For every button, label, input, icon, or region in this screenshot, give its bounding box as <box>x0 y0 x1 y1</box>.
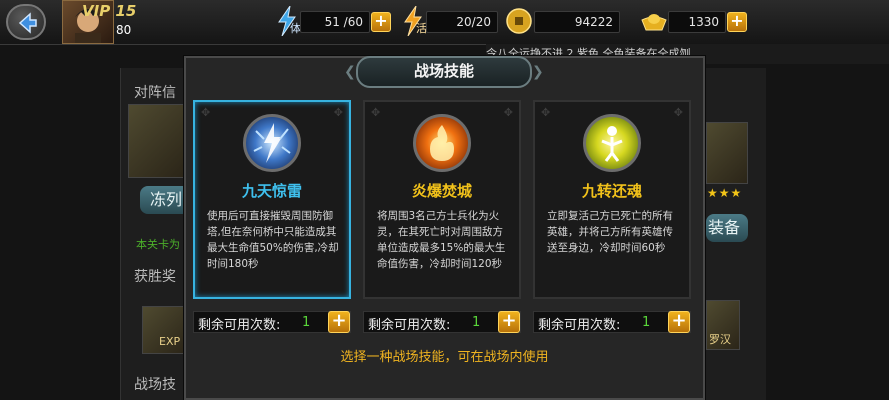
remaining-uses-value: 1 <box>472 315 481 330</box>
hero-stars-icon: ★★★ <box>707 186 743 200</box>
revive-orb-icon <box>583 114 641 172</box>
remaining-uses-row: 剩余可用次数: 1 + <box>363 311 521 333</box>
gold-value: 1330 <box>668 11 726 33</box>
title-ornament-right-icon: ❯ <box>532 64 544 80</box>
vip-label: VIP 15 <box>82 2 137 20</box>
stage-thumbnail <box>128 104 184 178</box>
add-stamina-button[interactable]: + <box>371 12 391 32</box>
freeze-button[interactable]: 冻列 <box>140 186 190 214</box>
dialog-title: 战场技能 <box>413 62 474 80</box>
remaining-uses-row: 剩余可用次数: 1 + <box>533 311 691 333</box>
stage-note: 本关卡为 <box>136 238 180 251</box>
selection-hint: 选择一种战场技能，可在战场内使用 <box>340 350 549 365</box>
exp-reward-icon: EXP <box>142 306 186 354</box>
remaining-uses-label: 剩余可用次数: <box>538 318 621 333</box>
exp-label: EXP <box>159 335 181 348</box>
skill-card-fire[interactable]: ✥ ✥ 炎爆焚城 将周围3名己方士兵化为火灵，在其死亡时对周围敌方单位造成最多15… <box>363 100 521 299</box>
reward-label: 获胜奖 <box>134 269 176 285</box>
add-uses-button[interactable]: + <box>498 311 520 333</box>
title-ornament-left-icon: ❮ <box>344 64 356 80</box>
skill-name: 九天惊雷 <box>241 182 302 200</box>
fire-orb-icon <box>413 114 471 172</box>
back-button[interactable] <box>6 4 46 40</box>
skill-description: 立即复活己方已死亡的所有英雄，并将己方所有英雄传送至身边，冷却时间60秒 <box>547 210 673 254</box>
add-uses-button[interactable]: + <box>668 311 690 333</box>
skill-card-thunder[interactable]: ✥ ✥ 九天惊雷 使用后可直接摧毁周围防御塔,但在奈何桥中只能造成其最大生命值50… <box>193 100 351 299</box>
equip-button[interactable]: 装备 <box>706 214 748 242</box>
back-arrow-icon <box>18 12 37 34</box>
skill-description: 使用后可直接摧毁周围防御塔,但在奈何桥中只能造成其最大生命值50%的伤害,冷却时… <box>207 210 339 270</box>
skill-description: 将周围3名己方士兵化为火灵，在其死亡时对周围敌方单位造成最多15%的最大生命值伤… <box>377 210 506 270</box>
hero-portrait <box>706 122 748 184</box>
add-uses-button[interactable]: + <box>328 311 350 333</box>
skill-card-revive[interactable]: ✥ ✥ 九转还魂 立即复活己方已死亡的所有英雄，并将己方所有英雄传送至身边，冷却时… <box>533 100 691 299</box>
gold-ingot-icon <box>641 14 667 31</box>
add-gold-button[interactable]: + <box>727 12 747 32</box>
top-bar: VIP 15 80 体 51 /60 + 活 20/20 94222 1330 … <box>0 0 889 45</box>
vitality-value: 20/20 <box>426 11 498 33</box>
hero-name: 罗汉 <box>709 333 731 346</box>
remaining-uses-label: 剩余可用次数: <box>198 318 281 333</box>
skill-name: 九转还魂 <box>581 182 642 200</box>
remaining-uses-value: 1 <box>302 315 311 330</box>
player-level: 80 <box>116 23 132 37</box>
remaining-uses-label: 剩余可用次数: <box>368 318 451 333</box>
background-panel-title: 对阵信 <box>134 85 176 101</box>
hero-card: 罗汉 <box>706 300 740 350</box>
remaining-uses-value: 1 <box>642 315 651 330</box>
battle-skill-label: 战场技 <box>134 377 176 393</box>
remaining-uses-row: 剩余可用次数: 1 + <box>193 311 351 333</box>
coin-icon <box>506 8 532 34</box>
stamina-value: 51 /60 <box>300 11 370 33</box>
coin-value: 94222 <box>534 11 620 33</box>
skill-name: 炎爆焚城 <box>411 182 472 200</box>
lightning-orb-icon <box>243 114 301 172</box>
